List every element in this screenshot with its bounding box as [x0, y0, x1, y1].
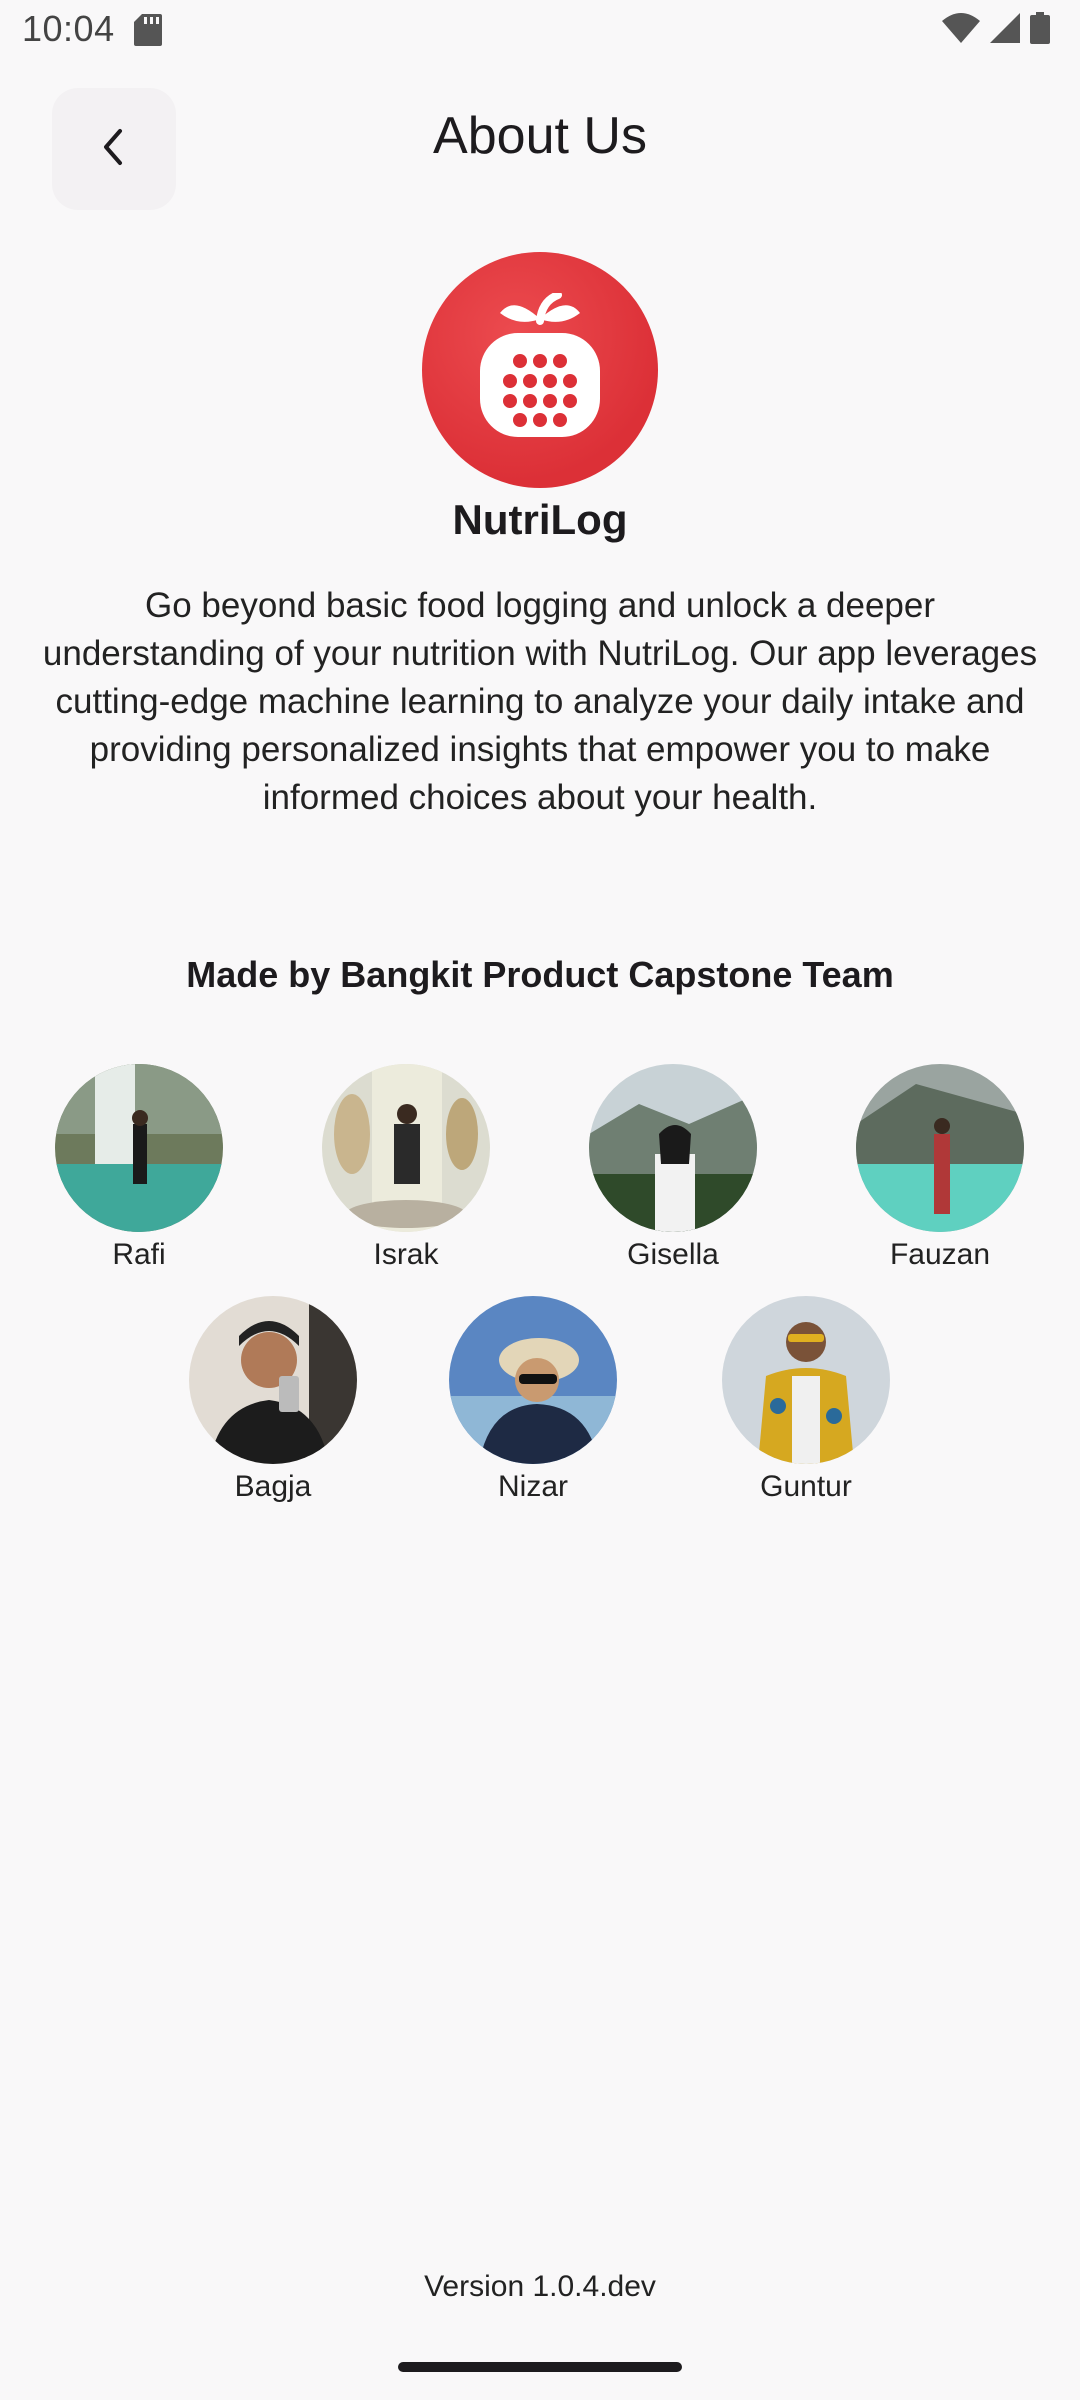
team-member[interactable]: Bagja — [173, 1296, 373, 1504]
avatar — [189, 1296, 357, 1464]
member-name: Fauzan — [889, 1238, 991, 1271]
member-name: Rafi — [112, 1238, 166, 1271]
team-member[interactable]: Guntur — [706, 1296, 906, 1504]
home-indicator[interactable] — [398, 2362, 682, 2372]
team-member[interactable]: Rafi — [39, 1064, 239, 1272]
app-name: NutriLog — [452, 496, 628, 543]
battery-icon — [1030, 12, 1050, 49]
member-name: Nizar — [497, 1470, 568, 1503]
status-bar: 10:04 — [0, 0, 1080, 64]
app-version: Version 1.0.4.dev — [424, 2270, 656, 2303]
avatar — [589, 1064, 757, 1232]
team-member[interactable]: Israk — [306, 1064, 506, 1272]
app-logo — [422, 252, 658, 488]
wifi-icon — [942, 13, 980, 48]
app-description: Go beyond basic food logging and unlock … — [42, 586, 1038, 817]
page-title: About Us — [433, 107, 647, 165]
avatar — [322, 1064, 490, 1232]
status-time: 10:04 — [22, 8, 115, 49]
avatar — [449, 1296, 617, 1464]
member-name: Israk — [373, 1238, 439, 1271]
team-member[interactable]: Fauzan — [840, 1064, 1040, 1272]
avatar — [55, 1064, 223, 1232]
avatar — [722, 1296, 890, 1464]
member-name: Gisella — [627, 1238, 719, 1271]
team-member[interactable]: Gisella — [573, 1064, 773, 1272]
sd-card-icon — [134, 14, 162, 51]
member-name: Guntur — [760, 1470, 852, 1503]
avatar — [856, 1064, 1024, 1232]
signal-icon — [990, 13, 1020, 48]
apple-calculator-icon — [470, 290, 610, 448]
team-heading: Made by Bangkit Product Capstone Team — [186, 954, 894, 995]
team-member[interactable]: Nizar — [433, 1296, 633, 1504]
member-name: Bagja — [234, 1470, 312, 1503]
